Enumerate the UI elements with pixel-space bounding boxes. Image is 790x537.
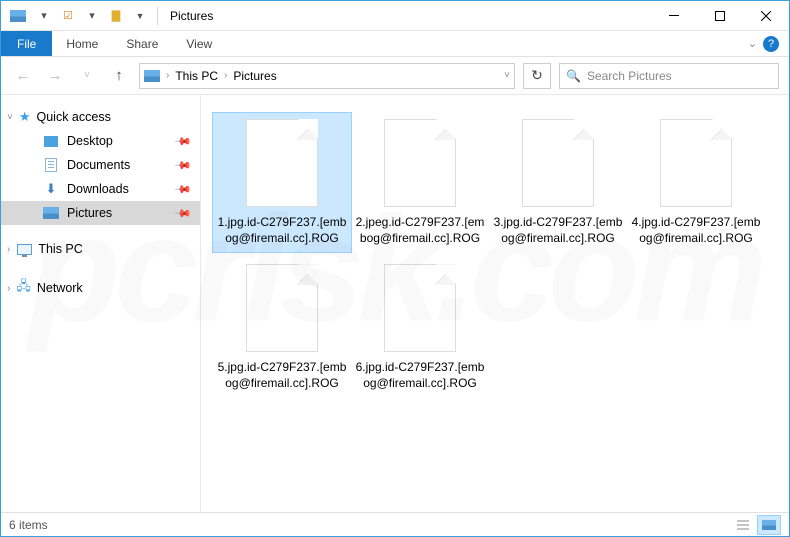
sidebar-item-desktop[interactable]: Desktop 📌 — [1, 129, 200, 153]
qat-dropdown-3[interactable]: ▼ — [129, 5, 151, 27]
recent-dropdown[interactable]: ˅ — [75, 64, 99, 88]
sidebar-item-label: Pictures — [67, 206, 112, 220]
pin-icon: 📌 — [174, 132, 193, 151]
sidebar-quick-access[interactable]: ˅ ★ Quick access — [1, 105, 200, 129]
sidebar-item-label: Network — [37, 281, 83, 295]
tab-view[interactable]: View — [172, 31, 226, 56]
chevron-right-icon: › — [224, 70, 227, 81]
file-name: 1.jpg.id-C279F237.[embog@firemail.cc].RO… — [217, 215, 347, 246]
window-title: Pictures — [170, 9, 213, 23]
pin-icon: 📌 — [174, 204, 193, 223]
document-icon — [43, 157, 59, 173]
desktop-icon — [43, 133, 59, 149]
up-button[interactable]: ↑ — [107, 64, 131, 88]
quick-access-toolbar: ▾ ☑ ▾ ▇ ▼ — [33, 5, 151, 27]
main-area: ˅ ★ Quick access Desktop 📌 Documents 📌 ⬇… — [1, 95, 789, 513]
titlebar-divider — [157, 7, 158, 25]
sidebar-this-pc[interactable]: › This PC — [1, 237, 200, 261]
qat-dropdown-1[interactable]: ▾ — [33, 5, 55, 27]
file-name: 3.jpg.id-C279F237.[embog@firemail.cc].RO… — [493, 215, 623, 246]
icons-view-button[interactable] — [757, 515, 781, 535]
qat-dropdown-2[interactable]: ▾ — [81, 5, 103, 27]
download-icon: ⬇ — [43, 181, 59, 197]
file-item[interactable]: 2.jpeg.id-C279F237.[embog@firemail.cc].R… — [351, 113, 489, 252]
breadcrumb-thispc[interactable]: This PC — [175, 69, 218, 83]
file-name: 5.jpg.id-C279F237.[embog@firemail.cc].RO… — [217, 360, 347, 391]
file-item[interactable]: 5.jpg.id-C279F237.[embog@firemail.cc].RO… — [213, 258, 351, 397]
file-icon — [384, 119, 456, 207]
statusbar: 6 items — [1, 512, 789, 536]
search-box[interactable]: 🔍 Search Pictures — [559, 63, 779, 89]
chevron-down-icon: ˅ — [7, 112, 13, 123]
forward-button[interactable]: → — [43, 64, 67, 88]
close-button[interactable] — [743, 1, 789, 31]
chevron-right-icon: › — [7, 244, 10, 255]
refresh-button[interactable]: ↻ — [523, 63, 551, 89]
file-icon — [246, 119, 318, 207]
search-placeholder: Search Pictures — [587, 69, 672, 83]
qat-properties[interactable]: ☑ — [57, 5, 79, 27]
sidebar-item-label: Documents — [67, 158, 130, 172]
maximize-button[interactable] — [697, 1, 743, 31]
file-icon — [384, 264, 456, 352]
explorer-icon — [7, 6, 29, 26]
file-name: 2.jpeg.id-C279F237.[embog@firemail.cc].R… — [355, 215, 485, 246]
navbar: ← → ˅ ↑ › This PC › Pictures ˅ ↻ 🔍 Searc… — [1, 57, 789, 95]
file-item[interactable]: 1.jpg.id-C279F237.[embog@firemail.cc].RO… — [213, 113, 351, 252]
file-item[interactable]: 3.jpg.id-C279F237.[embog@firemail.cc].RO… — [489, 113, 627, 252]
file-tab[interactable]: File — [1, 31, 52, 56]
network-icon: 🖧 — [16, 277, 31, 299]
chevron-right-icon: › — [166, 70, 169, 81]
item-count: 6 items — [9, 518, 48, 532]
pc-icon — [16, 241, 32, 257]
star-icon: ★ — [19, 109, 31, 125]
file-item[interactable]: 4.jpg.id-C279F237.[embog@firemail.cc].RO… — [627, 113, 765, 252]
details-view-button[interactable] — [731, 515, 755, 535]
file-name: 4.jpg.id-C279F237.[embog@firemail.cc].RO… — [631, 215, 761, 246]
back-button[interactable]: ← — [11, 64, 35, 88]
file-name: 6.jpg.id-C279F237.[embog@firemail.cc].RO… — [355, 360, 485, 391]
titlebar: ▾ ☑ ▾ ▇ ▼ Pictures — [1, 1, 789, 31]
chevron-right-icon: › — [7, 283, 10, 294]
sidebar-item-label: Downloads — [67, 182, 129, 196]
help-icon[interactable]: ? — [763, 36, 779, 52]
sidebar: ˅ ★ Quick access Desktop 📌 Documents 📌 ⬇… — [1, 95, 201, 513]
minimize-button[interactable] — [651, 1, 697, 31]
address-dropdown-icon[interactable]: ˅ — [504, 70, 510, 81]
pictures-icon — [43, 205, 59, 221]
ribbon-expand-icon[interactable]: ⌄ — [748, 37, 757, 50]
sidebar-item-documents[interactable]: Documents 📌 — [1, 153, 200, 177]
pin-icon: 📌 — [174, 156, 193, 175]
file-icon — [522, 119, 594, 207]
tab-share[interactable]: Share — [112, 31, 172, 56]
qat-newfolder[interactable]: ▇ — [105, 5, 127, 27]
pin-icon: 📌 — [174, 180, 193, 199]
sidebar-quick-label: Quick access — [37, 110, 111, 124]
window-controls — [651, 1, 789, 31]
search-icon: 🔍 — [566, 69, 581, 83]
address-bar[interactable]: › This PC › Pictures ˅ — [139, 63, 515, 89]
file-item[interactable]: 6.jpg.id-C279F237.[embog@firemail.cc].RO… — [351, 258, 489, 397]
breadcrumb-pictures[interactable]: Pictures — [233, 69, 276, 83]
sidebar-item-pictures[interactable]: Pictures 📌 — [1, 201, 200, 225]
sidebar-item-downloads[interactable]: ⬇ Downloads 📌 — [1, 177, 200, 201]
address-pictures-icon — [144, 68, 160, 84]
sidebar-item-label: This PC — [38, 242, 82, 256]
ribbon: File Home Share View ⌄ ? — [1, 31, 789, 57]
tab-home[interactable]: Home — [52, 31, 112, 56]
sidebar-item-label: Desktop — [67, 134, 113, 148]
file-icon — [246, 264, 318, 352]
file-grid[interactable]: 1.jpg.id-C279F237.[embog@firemail.cc].RO… — [201, 95, 789, 513]
sidebar-network[interactable]: › 🖧 Network — [1, 273, 200, 303]
file-icon — [660, 119, 732, 207]
